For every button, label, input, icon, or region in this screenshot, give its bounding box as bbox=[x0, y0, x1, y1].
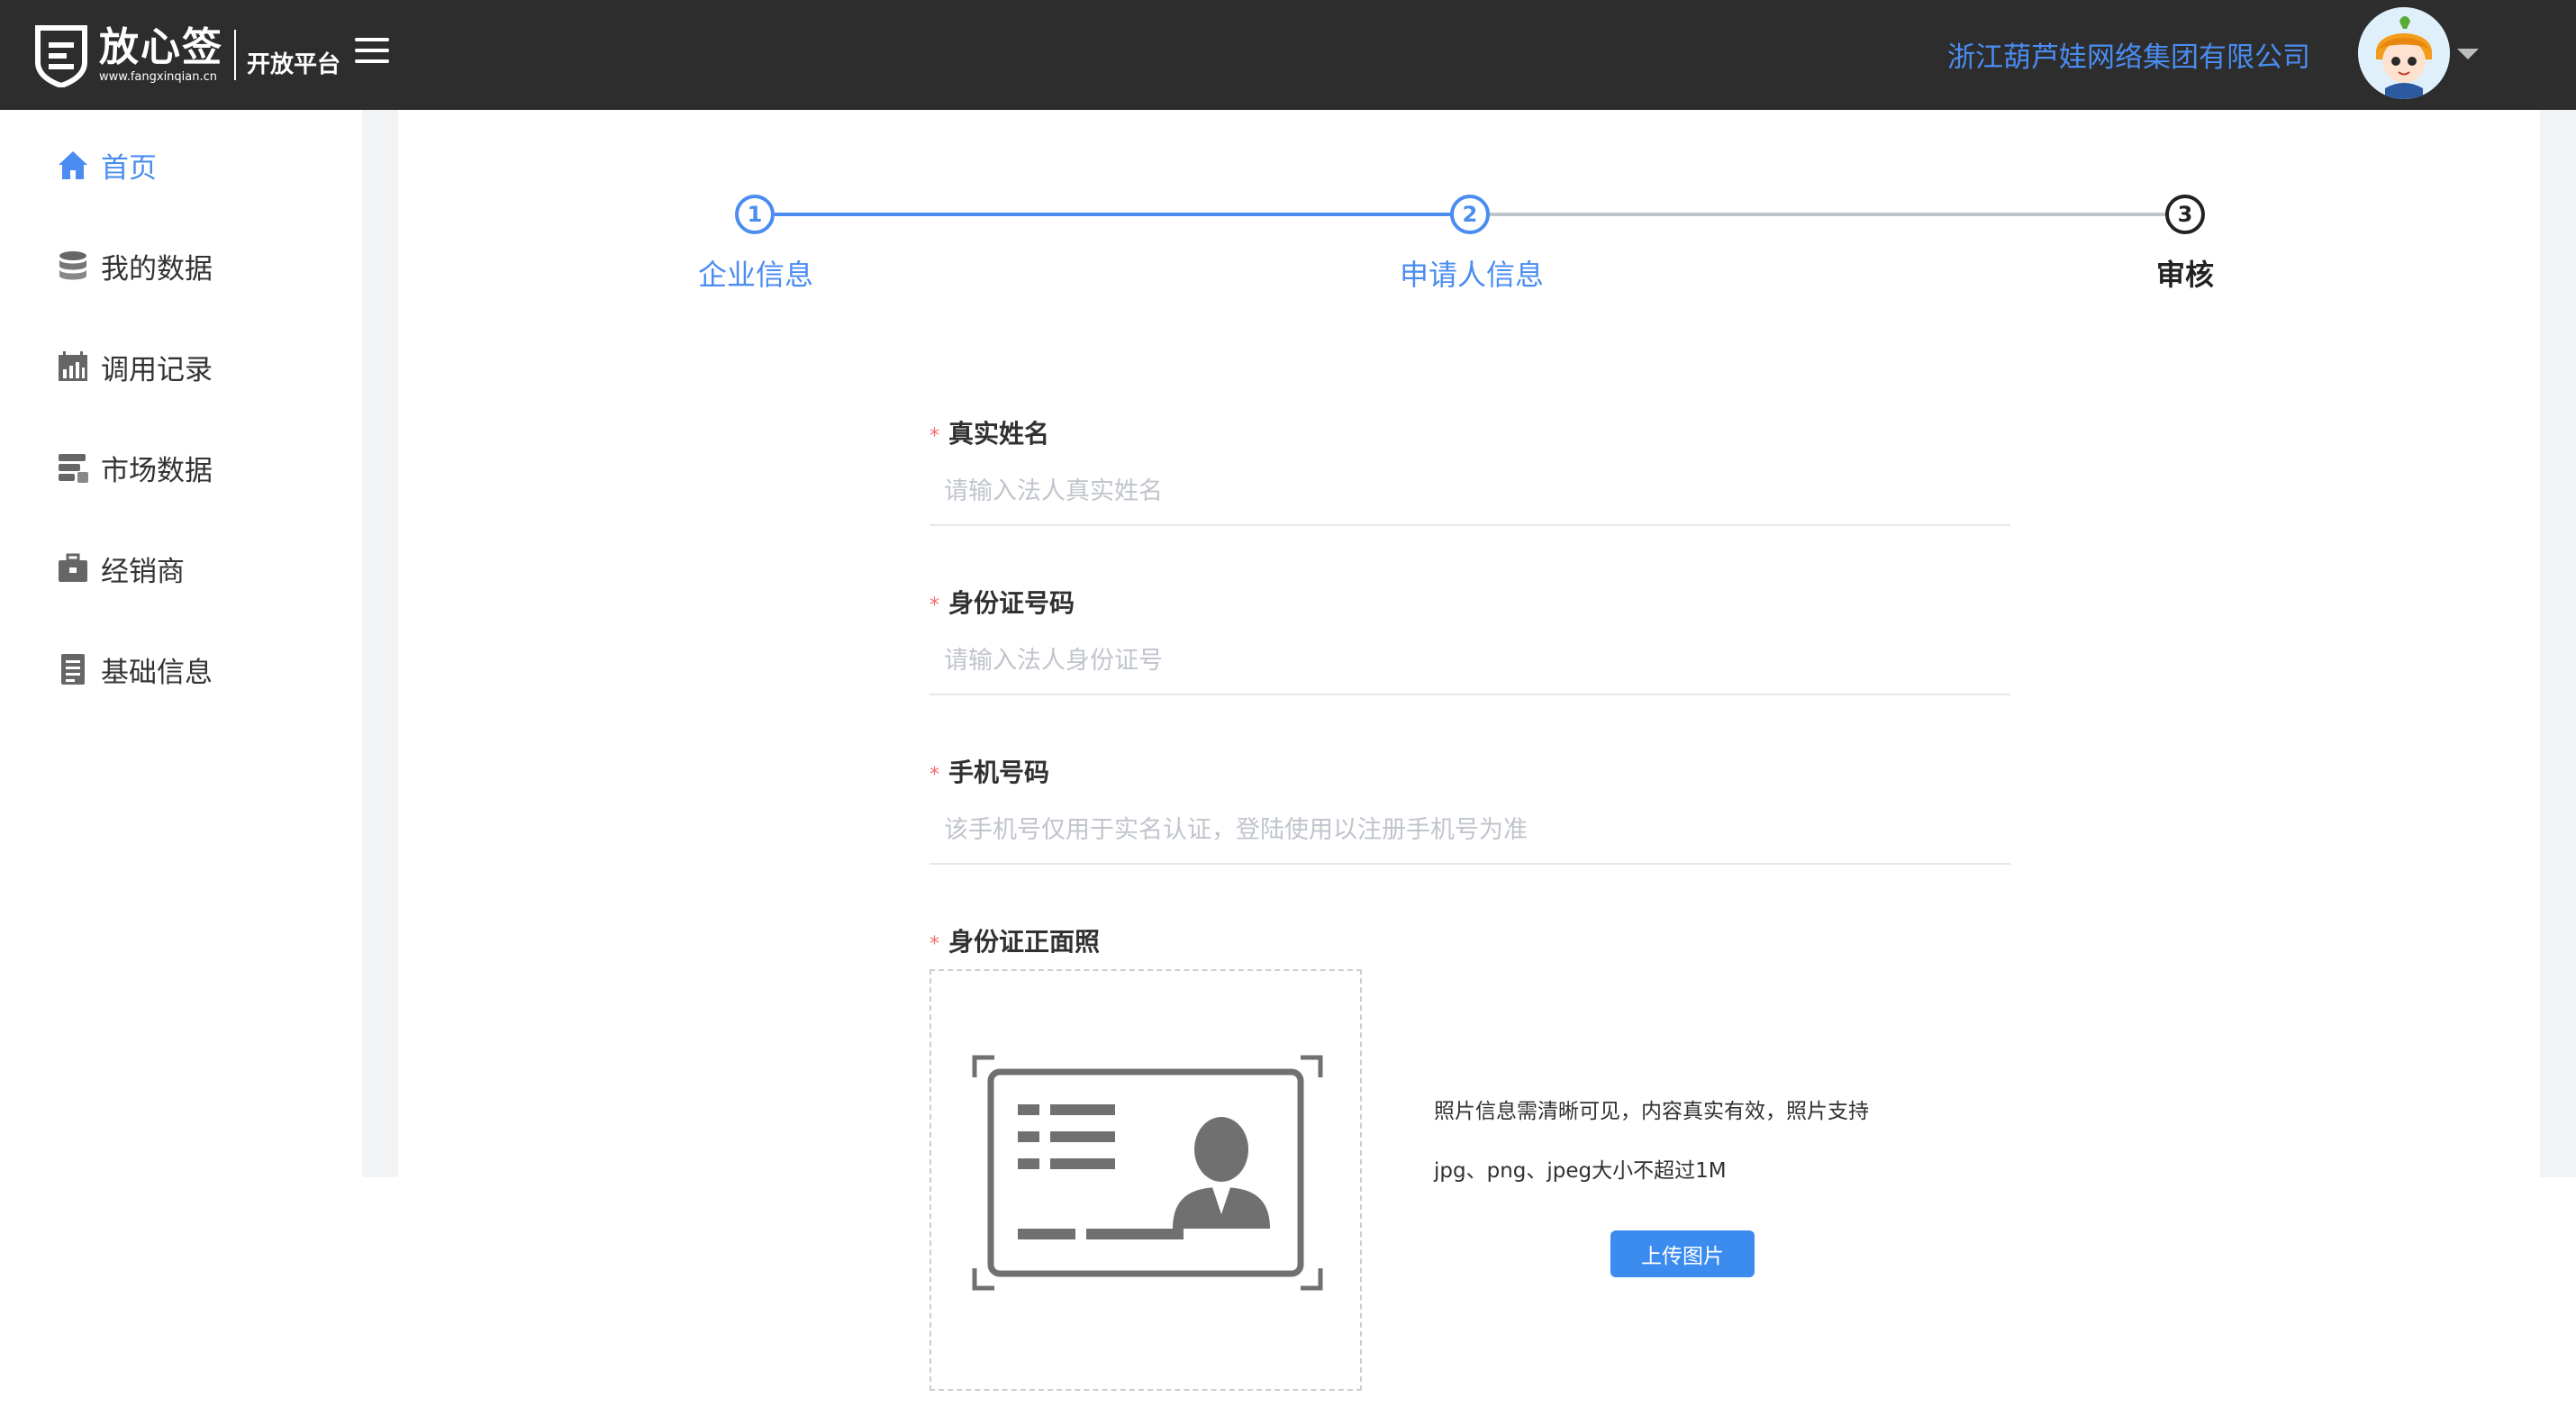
avatar-character-icon bbox=[2358, 7, 2450, 99]
upload-image-button[interactable]: 上传图片 bbox=[1610, 1230, 1755, 1277]
step-line-1 bbox=[775, 213, 1470, 216]
upload-tip-line-1: 照片信息需清晰可见，内容真实有效，照片支持 bbox=[1434, 1100, 1869, 1123]
logo-divider bbox=[234, 30, 236, 80]
step-line-2 bbox=[1490, 213, 2185, 216]
step-circle-3: 3 bbox=[2165, 195, 2205, 234]
sidebar-item-label: 首页 bbox=[101, 151, 157, 185]
logo[interactable]: 放心签 www.fangxinqian.cn 开放平台 bbox=[32, 20, 340, 90]
database-icon bbox=[59, 251, 86, 280]
id-card-placeholder-icon bbox=[972, 1055, 1323, 1291]
sidebar-item-my-data[interactable]: 我的数据 bbox=[56, 243, 213, 288]
logo-name: 放心签 bbox=[99, 24, 223, 70]
name-label: * 真实姓名 bbox=[930, 419, 1050, 449]
step-label-2: 申请人信息 bbox=[1400, 258, 1545, 292]
phone-input[interactable] bbox=[930, 796, 2010, 865]
step-circle-1: 1 bbox=[735, 195, 775, 234]
sidebar-item-call-records[interactable]: 调用记录 bbox=[56, 344, 213, 389]
logo-url: www.fangxinqian.cn bbox=[99, 70, 218, 84]
avatar[interactable] bbox=[2358, 7, 2450, 99]
real-name-input[interactable] bbox=[930, 458, 2010, 526]
chevron-down-icon[interactable] bbox=[2457, 49, 2479, 59]
sidebar-item-label: 经销商 bbox=[101, 555, 185, 588]
required-mark: * bbox=[930, 933, 939, 956]
id-number-input[interactable] bbox=[930, 627, 2010, 695]
sidebar: 首页 我的数据 调用记录 市场数据 经销商 基础信息 bbox=[0, 110, 362, 1177]
sidebar-item-label: 市场数据 bbox=[101, 454, 213, 487]
company-name[interactable]: 浙江葫芦娃网络集团有限公司 bbox=[1947, 34, 2310, 75]
top-header: 放心签 www.fangxinqian.cn 开放平台 浙江葫芦娃网络集团有限公… bbox=[0, 0, 2576, 110]
sidebar-item-home[interactable]: 首页 bbox=[56, 142, 157, 187]
sidebar-item-basic-info[interactable]: 基础信息 bbox=[56, 647, 213, 692]
required-mark: * bbox=[930, 595, 939, 617]
sidebar-item-label: 我的数据 bbox=[101, 252, 213, 286]
shield-logo-icon bbox=[35, 25, 87, 87]
home-icon bbox=[59, 151, 87, 179]
hamburger-menu-icon[interactable] bbox=[355, 38, 389, 65]
sidebar-item-dealer[interactable]: 经销商 bbox=[56, 546, 185, 591]
upload-tip-line-2: jpg、png、jpeg大小不超过1M bbox=[1434, 1159, 1727, 1183]
id-photo-upload-area[interactable] bbox=[930, 969, 1362, 1391]
phone-label: * 手机号码 bbox=[930, 758, 1050, 787]
sidebar-item-label: 调用记录 bbox=[101, 353, 213, 386]
form-panel bbox=[398, 110, 2540, 1407]
sidebar-item-market-data[interactable]: 市场数据 bbox=[56, 445, 213, 490]
step-label-1: 企业信息 bbox=[698, 258, 814, 292]
id-number-label: * 身份证号码 bbox=[930, 588, 1075, 618]
document-icon bbox=[61, 654, 85, 685]
server-stack-icon bbox=[59, 454, 88, 483]
required-mark: * bbox=[930, 425, 939, 448]
briefcase-icon bbox=[59, 553, 87, 582]
calendar-chart-icon bbox=[59, 351, 87, 381]
sidebar-item-label: 基础信息 bbox=[101, 656, 213, 689]
id-photo-label: * 身份证正面照 bbox=[930, 927, 1101, 957]
step-label-3: 审核 bbox=[2156, 258, 2215, 292]
platform-label: 开放平台 bbox=[247, 50, 341, 78]
step-circle-2: 2 bbox=[1450, 195, 1490, 234]
required-mark: * bbox=[930, 764, 939, 786]
